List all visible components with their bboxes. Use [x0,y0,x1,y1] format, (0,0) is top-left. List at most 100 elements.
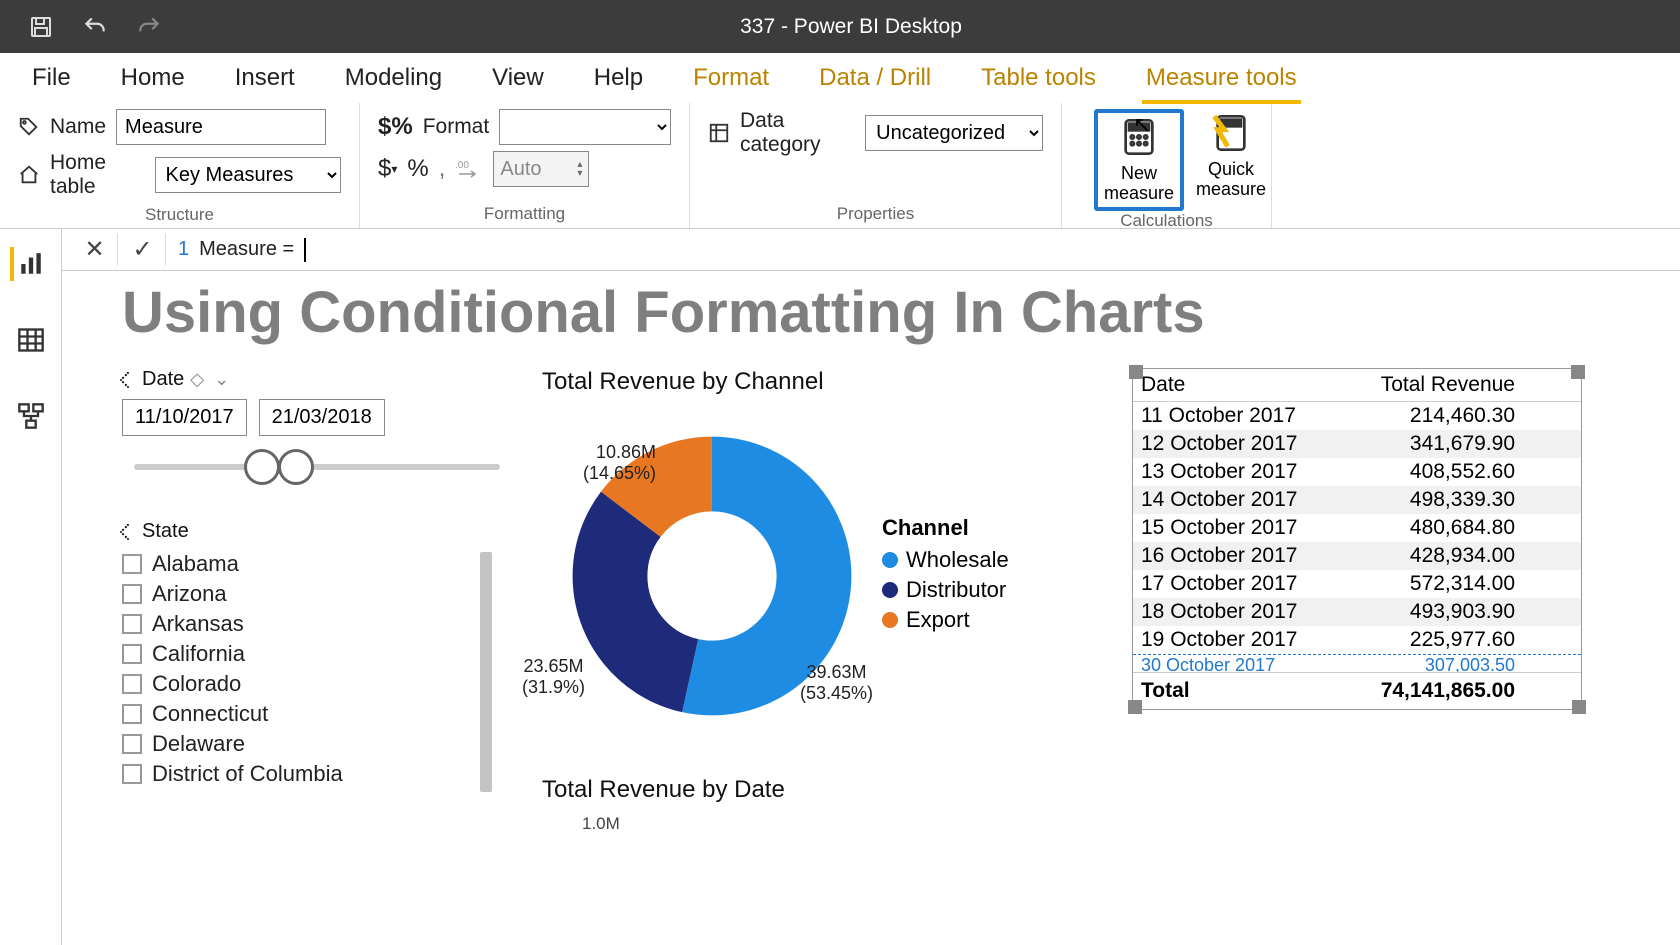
format-select[interactable] [499,109,671,145]
checkbox-icon[interactable] [122,674,142,694]
date-to-input[interactable]: 21/03/2018 [259,399,385,436]
table-row[interactable]: 13 October 2017408,552.60 [1133,458,1581,486]
tab-file[interactable]: File [28,54,75,102]
state-item[interactable]: Colorado [122,671,512,697]
save-icon[interactable] [28,14,54,40]
resize-handle-icon[interactable] [1128,700,1142,714]
data-category-select[interactable]: Uncategorized [865,115,1043,151]
legend-item: Distributor [882,577,1009,603]
cell-rev: 498,339.30 [1333,486,1523,514]
cell-date: 15 October 2017 [1133,514,1333,542]
date-slider[interactable] [134,464,500,470]
tab-data-drill[interactable]: Data / Drill [815,54,935,102]
revenue-table[interactable]: Date Total Revenue 11 October 2017214,46… [1132,368,1582,710]
table-row[interactable]: 16 October 2017428,934.00 [1133,542,1581,570]
canvas: ✕ ✓ 1 Measure = Using Conditional Format… [62,229,1680,945]
table-row[interactable]: 18 October 2017493,903.90 [1133,598,1581,626]
redo-icon[interactable] [136,14,162,40]
checkbox-icon[interactable] [122,644,142,664]
data-category-icon [708,122,730,144]
percent-icon[interactable]: % [407,155,428,183]
cell-date: 12 October 2017 [1133,430,1333,458]
col-rev-header[interactable]: Total Revenue [1333,369,1523,401]
resize-handle-icon[interactable] [1572,700,1586,714]
slider-handle-from[interactable] [244,449,280,485]
ribbon-group-properties: Data category Uncategorized Properties [690,103,1062,228]
name-input[interactable] [116,109,326,145]
checkbox-icon[interactable] [122,704,142,724]
decimal-icon[interactable]: .00 [455,158,483,180]
formula-commit-icon[interactable]: ✓ [120,234,166,266]
legend-label: Export [906,607,970,633]
donut-label-export: 10.86M (14.65%) [536,442,656,484]
cell-rev: 214,460.30 [1333,402,1523,430]
report-view-icon[interactable] [10,247,44,281]
donut-chart[interactable]: 10.86M (14.65%) 23.65M (31.9%) 39.63M (5… [542,406,1102,746]
tab-format[interactable]: Format [689,54,773,102]
tab-help[interactable]: Help [590,54,647,102]
quick-measure-button[interactable]: Quick measure [1190,109,1272,203]
quick-measure-label: Quick measure [1196,159,1266,199]
data-view-icon[interactable] [14,323,48,357]
legend-title: Channel [882,515,1009,541]
state-item[interactable]: Arkansas [122,611,512,637]
chevron-down-icon[interactable]: ⌄ [214,369,229,389]
report: Using Conditional Formatting In Charts D… [62,271,1680,834]
table-row[interactable]: 19 October 2017225,977.60 [1133,626,1581,654]
tab-table-tools[interactable]: Table tools [977,54,1100,102]
state-item[interactable]: Delaware [122,731,512,757]
col-date-header[interactable]: Date [1133,369,1333,401]
formula-cancel-icon[interactable]: ✕ [72,234,118,266]
checkbox-icon[interactable] [122,584,142,604]
legend-swatch-icon [882,582,898,598]
slicer-handle-icon [120,523,137,540]
new-measure-button[interactable]: ↖ New measure [1094,109,1184,211]
line-chart-ytick: 1.0M [542,814,1102,834]
formula-line-no: 1 [178,238,189,261]
home-table-select[interactable]: Key Measures [155,157,341,193]
ribbon-group-structure: Name Home table Key Measures Structure [0,103,360,228]
undo-icon[interactable] [82,14,108,40]
cell-rev: 480,684.80 [1333,514,1523,542]
tab-insert[interactable]: Insert [231,54,299,102]
state-label: Delaware [152,731,245,757]
state-label: Arkansas [152,611,244,637]
state-label: Arizona [152,581,227,607]
home-table-icon [18,164,40,186]
state-item[interactable]: Connecticut [122,701,512,727]
state-item[interactable]: Alabama [122,551,512,577]
date-from-input[interactable]: 11/10/2017 [122,399,247,436]
cell-rev: 341,679.90 [1333,430,1523,458]
currency-icon[interactable]: $ ▾ [378,155,397,183]
table-row[interactable]: 12 October 2017341,679.90 [1133,430,1581,458]
tab-measure-tools[interactable]: Measure tools [1142,54,1301,102]
comma-icon[interactable]: , [439,155,446,183]
table-row[interactable]: 17 October 2017572,314.00 [1133,570,1581,598]
cell-date: 18 October 2017 [1133,598,1333,626]
date-slicer[interactable]: Date ◇ ⌄ 11/10/2017 21/03/2018 [122,368,512,470]
table-row[interactable]: 15 October 2017480,684.80 [1133,514,1581,542]
checkbox-icon[interactable] [122,764,142,784]
eraser-icon[interactable]: ◇ [190,369,204,389]
donut-label-distributor: 23.65M (31.9%) [522,656,585,698]
table-row[interactable]: 14 October 2017498,339.30 [1133,486,1581,514]
decimal-places-input[interactable]: Auto ▴▾ [493,151,589,187]
state-item[interactable]: District of Columbia [122,761,512,787]
titlebar: 337 - Power BI Desktop [0,0,1680,53]
state-item[interactable]: California [122,641,512,667]
state-item[interactable]: Arizona [122,581,512,607]
checkbox-icon[interactable] [122,554,142,574]
table-row[interactable]: 11 October 2017214,460.30 [1133,402,1581,430]
scrollbar[interactable] [480,552,492,792]
slider-handle-to[interactable] [278,449,314,485]
model-view-icon[interactable] [14,399,48,433]
checkbox-icon[interactable] [122,734,142,754]
checkbox-icon[interactable] [122,614,142,634]
tab-modeling[interactable]: Modeling [341,54,446,102]
ribbon-group-calculations: ↖ New measure Quick measure Calculations [1062,103,1272,228]
formula-input[interactable]: 1 Measure = [168,238,1680,262]
cell-date: 16 October 2017 [1133,542,1333,570]
tab-view[interactable]: View [488,54,548,102]
state-slicer[interactable]: State AlabamaArizonaArkansasCaliforniaCo… [122,520,512,787]
tab-home[interactable]: Home [117,54,189,102]
